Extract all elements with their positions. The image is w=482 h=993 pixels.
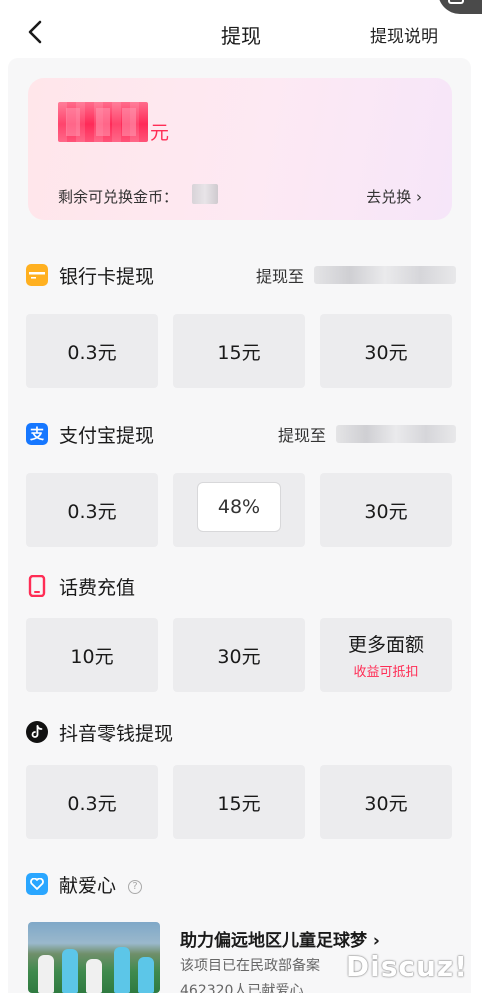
phone-icon [26, 575, 48, 597]
top-bar: 提现 提现说明 [0, 0, 482, 64]
douyin-section-header: 抖音零钱提现 [26, 719, 456, 745]
phone-option-more[interactable]: 更多面额 收益可抵扣 [320, 618, 452, 692]
bank-destination-label: 提现至 [255, 267, 304, 286]
charity-donor-count: 462320人已献爱心 [180, 983, 304, 993]
alipay-section-header: 支 支付宝提现 提现至 [26, 421, 456, 447]
douyin-section-title: 抖音零钱提现 [59, 723, 174, 745]
bank-option-1[interactable]: 0.3元 [26, 314, 158, 388]
bank-section-title: 银行卡提现 [59, 266, 155, 288]
bank-account-pixelated [314, 266, 456, 284]
douyin-option-3[interactable]: 30元 [320, 765, 452, 839]
coins-value-pixelated [192, 184, 218, 204]
charity-heart-icon [26, 873, 48, 895]
more-amounts-label: 更多面额 [347, 634, 424, 656]
more-amounts-sub: 收益可抵扣 [353, 665, 419, 680]
bank-section-header: 银行卡提现 提现至 [26, 262, 456, 288]
charity-project-title[interactable]: 助力偏远地区儿童足球梦 › [180, 926, 380, 951]
progress-tooltip: 48% [197, 482, 281, 532]
charity-section-header: 献爱心 ? [26, 871, 456, 897]
charity-project-image[interactable] [28, 922, 160, 993]
withdraw-help-link[interactable]: 提现说明 [370, 22, 438, 47]
coins-label: 剩余可兑换金币： [58, 188, 179, 206]
balance-amount-pixelated [58, 102, 148, 142]
bank-option-2[interactable]: 15元 [173, 314, 305, 388]
alipay-option-1[interactable]: 0.3元 [26, 473, 158, 547]
alipay-icon: 支 [26, 423, 48, 445]
alipay-option-2[interactable]: 48% [173, 473, 305, 547]
screen-record-icon[interactable] [438, 0, 482, 14]
discuz-watermark: Discuz! [345, 950, 468, 983]
douyin-icon [26, 721, 48, 743]
douyin-option-1[interactable]: 0.3元 [26, 765, 158, 839]
alipay-section-title: 支付宝提现 [59, 425, 155, 447]
charity-project-registration: 该项目已在民政部备案 [180, 958, 320, 974]
charity-title-text: 献爱心 [59, 875, 117, 897]
bank-card-icon [26, 264, 48, 286]
balance-card: 元 剩余可兑换金币： 去兑换 › [28, 78, 452, 220]
alipay-account-pixelated [336, 425, 456, 443]
bank-option-3[interactable]: 30元 [320, 314, 452, 388]
alipay-destination[interactable]: 提现至 [278, 422, 456, 446]
alipay-destination-label: 提现至 [277, 426, 326, 445]
phone-option-1[interactable]: 10元 [26, 618, 158, 692]
exchange-link[interactable]: 去兑换 › [366, 186, 422, 207]
phone-option-2[interactable]: 30元 [173, 618, 305, 692]
balance-unit: 元 [150, 122, 170, 144]
bank-destination[interactable]: 提现至 [256, 263, 456, 287]
douyin-option-2[interactable]: 15元 [173, 765, 305, 839]
phone-section-title: 话费充值 [59, 577, 136, 599]
phone-section-header: 话费充值 [26, 573, 456, 599]
alipay-option-3[interactable]: 30元 [320, 473, 452, 547]
info-icon[interactable]: ? [128, 879, 143, 894]
charity-section-title: 献爱心 ? [59, 871, 143, 898]
